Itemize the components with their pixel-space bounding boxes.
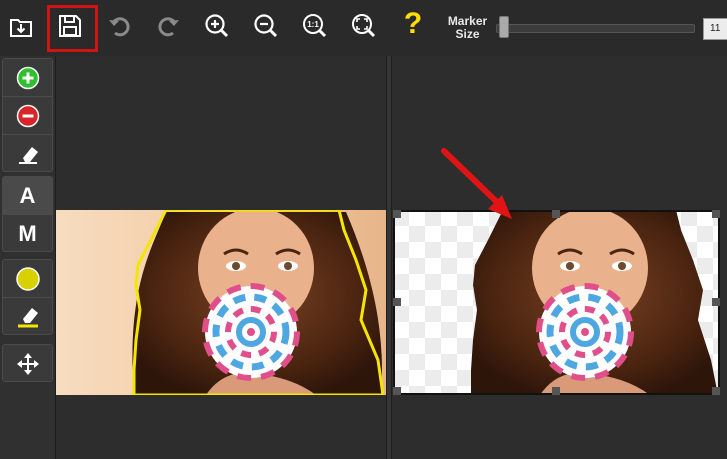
save-icon	[59, 15, 81, 37]
auto-mode-button[interactable]: A	[3, 177, 52, 215]
actual-size-label: 1:1	[307, 20, 319, 29]
marker-label-line2: Size	[455, 27, 480, 41]
undo-button[interactable]	[105, 10, 135, 42]
help-icon: ?	[403, 7, 423, 40]
resize-handle-bottom-right[interactable]	[712, 387, 720, 395]
resize-handle-top-left[interactable]	[393, 210, 401, 218]
redo-button[interactable]	[153, 10, 183, 42]
source-image-pane[interactable]	[56, 210, 386, 395]
marker-size-slider-thumb[interactable]	[499, 16, 509, 38]
zoom-in-button[interactable]	[202, 10, 232, 42]
resize-handle-top-right[interactable]	[712, 210, 720, 218]
fit-screen-icon	[352, 14, 376, 38]
mode-tool-group: A M	[2, 176, 53, 252]
marker-tool-group	[2, 58, 53, 172]
open-folder-icon	[10, 19, 32, 37]
resize-handle-left[interactable]	[393, 298, 401, 306]
add-marker-icon	[16, 66, 39, 89]
color-tool-group	[2, 259, 53, 335]
resize-handle-top[interactable]	[552, 210, 560, 218]
add-marker-button[interactable]	[3, 59, 52, 97]
actual-size-icon: 1:1	[303, 14, 327, 38]
zoom-in-icon	[205, 14, 229, 38]
marker-eraser-button[interactable]	[3, 298, 52, 336]
resize-handle-bottom-left[interactable]	[393, 387, 401, 395]
remove-marker-icon	[16, 104, 39, 127]
help-button[interactable]: ?	[398, 7, 428, 40]
yellow-marker-icon	[15, 266, 40, 291]
left-tool-sidebar: A M	[0, 56, 56, 459]
yellow-marker-button[interactable]	[3, 260, 52, 298]
eraser-button[interactable]	[3, 135, 52, 173]
fit-screen-button[interactable]	[349, 10, 379, 42]
resize-handle-right[interactable]	[712, 298, 720, 306]
marker-size-slider[interactable]	[496, 24, 695, 33]
marker-eraser-icon	[17, 308, 38, 328]
manual-mode-icon: M	[18, 221, 37, 246]
open-folder-button[interactable]	[6, 10, 36, 42]
eraser-icon	[18, 147, 38, 164]
top-toolbar: 1:1 ? Marker Size 11	[0, 0, 727, 57]
result-image	[393, 210, 720, 395]
move-icon	[16, 353, 39, 375]
auto-mode-icon: A	[19, 182, 36, 208]
remove-marker-button[interactable]	[3, 97, 52, 135]
source-image	[56, 210, 386, 395]
redo-icon	[158, 17, 179, 37]
resize-handle-bottom[interactable]	[552, 387, 560, 395]
marker-size-label: Marker Size	[440, 15, 495, 41]
marker-size-value[interactable]: 11	[703, 18, 727, 40]
save-button[interactable]	[55, 10, 85, 42]
zoom-out-icon	[254, 14, 278, 38]
pane-divider[interactable]	[386, 56, 392, 459]
undo-icon	[109, 17, 130, 37]
move-button[interactable]	[3, 345, 52, 383]
zoom-out-button[interactable]	[251, 10, 281, 42]
actual-size-button[interactable]: 1:1	[300, 10, 330, 42]
move-tool-group	[2, 344, 53, 382]
result-image-pane[interactable]	[393, 210, 720, 395]
manual-mode-button[interactable]: M	[3, 215, 52, 253]
red-arrow-annotation	[441, 148, 512, 219]
